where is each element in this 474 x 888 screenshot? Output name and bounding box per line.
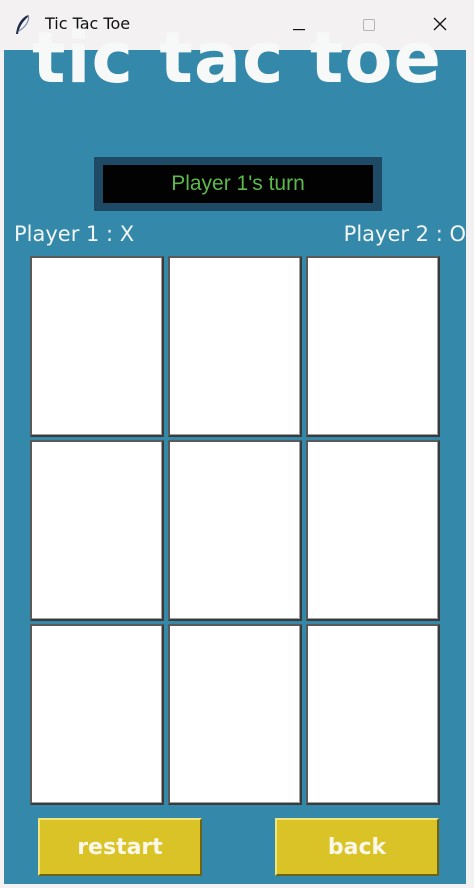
player-2-label: Player 2 : O — [343, 222, 466, 246]
board-cell[interactable] — [168, 440, 302, 621]
turn-status: Player 1's turn — [103, 165, 373, 203]
board-cell[interactable] — [168, 256, 302, 437]
game-board — [30, 256, 444, 810]
board-cell[interactable] — [30, 440, 164, 621]
back-button[interactable]: back — [275, 818, 439, 876]
board-cell[interactable] — [168, 624, 302, 805]
board-cell[interactable] — [306, 256, 440, 437]
game-heading: tic tac toe — [32, 17, 442, 99]
board-cell[interactable] — [306, 440, 440, 621]
board-cell[interactable] — [306, 624, 440, 805]
board-cell[interactable] — [30, 624, 164, 805]
restart-button[interactable]: restart — [38, 818, 202, 876]
player-1-label: Player 1 : X — [14, 222, 135, 246]
board-cell[interactable] — [30, 256, 164, 437]
